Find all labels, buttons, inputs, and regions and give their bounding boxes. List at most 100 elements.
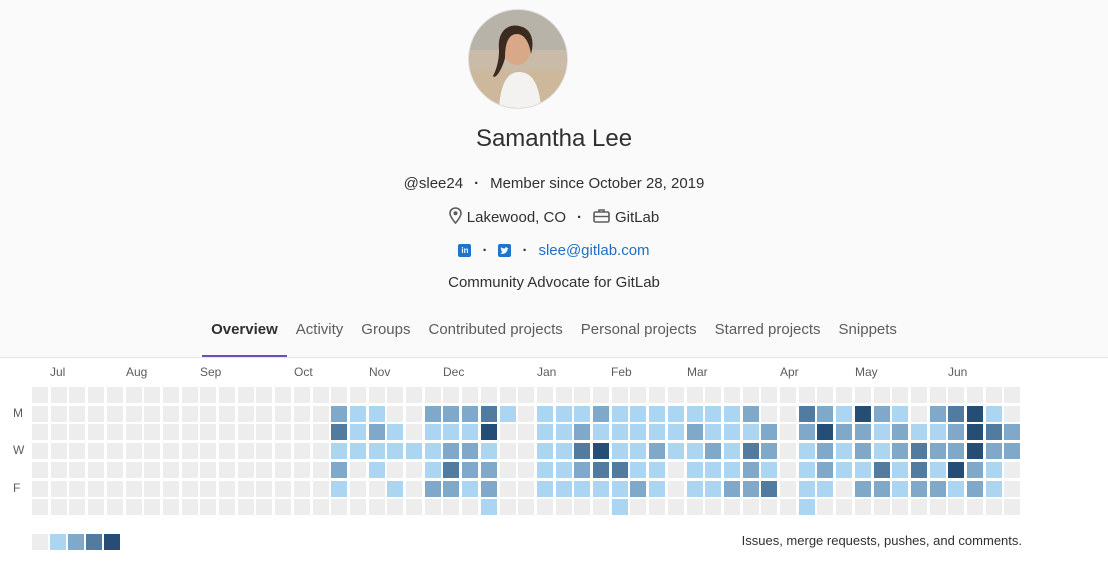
calendar-day-cell[interactable]: [69, 405, 86, 422]
calendar-day-cell[interactable]: [462, 461, 479, 478]
calendar-day-cell[interactable]: [69, 387, 86, 403]
calendar-day-cell[interactable]: [1004, 424, 1021, 441]
calendar-day-cell[interactable]: [256, 461, 273, 478]
calendar-day-cell[interactable]: [144, 480, 161, 497]
calendar-day-cell[interactable]: [480, 405, 497, 422]
calendar-day-cell[interactable]: [742, 387, 759, 403]
calendar-day-cell[interactable]: [1004, 387, 1021, 403]
calendar-day-cell[interactable]: [424, 480, 441, 497]
calendar-day-cell[interactable]: [780, 480, 796, 497]
calendar-day-cell[interactable]: [32, 499, 48, 516]
calendar-day-cell[interactable]: [106, 499, 123, 516]
calendar-day-cell[interactable]: [798, 424, 815, 441]
calendar-day-cell[interactable]: [761, 405, 778, 422]
calendar-day-cell[interactable]: [443, 405, 460, 422]
calendar-day-cell[interactable]: [630, 387, 647, 403]
calendar-day-cell[interactable]: [331, 443, 348, 460]
calendar-day-cell[interactable]: [125, 424, 142, 441]
calendar-day-cell[interactable]: [368, 405, 385, 422]
calendar-day-cell[interactable]: [237, 461, 254, 478]
calendar-day-cell[interactable]: [499, 424, 516, 441]
calendar-day-cell[interactable]: [144, 387, 161, 403]
calendar-day-cell[interactable]: [649, 461, 666, 478]
calendar-day-cell[interactable]: [780, 461, 796, 478]
calendar-day-cell[interactable]: [518, 443, 535, 460]
calendar-day-cell[interactable]: [611, 405, 628, 422]
calendar-day-cell[interactable]: [873, 405, 890, 422]
calendar-day-cell[interactable]: [275, 387, 292, 403]
calendar-day-cell[interactable]: [574, 461, 591, 478]
calendar-day-cell[interactable]: [967, 499, 983, 516]
calendar-day-cell[interactable]: [686, 424, 703, 441]
calendar-day-cell[interactable]: [910, 480, 927, 497]
calendar-day-cell[interactable]: [948, 424, 965, 441]
calendar-day-cell[interactable]: [219, 499, 235, 516]
calendar-day-cell[interactable]: [88, 443, 105, 460]
calendar-day-cell[interactable]: [88, 387, 105, 403]
calendar-day-cell[interactable]: [256, 405, 273, 422]
calendar-day-cell[interactable]: [742, 405, 759, 422]
calendar-day-cell[interactable]: [967, 480, 983, 497]
calendar-day-cell[interactable]: [256, 443, 273, 460]
calendar-day-cell[interactable]: [293, 424, 310, 441]
calendar-day-cell[interactable]: [331, 480, 348, 497]
calendar-day-cell[interactable]: [200, 499, 217, 516]
calendar-day-cell[interactable]: [349, 443, 366, 460]
calendar-day-cell[interactable]: [967, 424, 983, 441]
calendar-day-cell[interactable]: [424, 405, 441, 422]
calendar-day-cell[interactable]: [910, 405, 927, 422]
calendar-day-cell[interactable]: [686, 443, 703, 460]
calendar-day-cell[interactable]: [181, 499, 198, 516]
calendar-day-cell[interactable]: [817, 387, 834, 403]
calendar-day-cell[interactable]: [125, 405, 142, 422]
calendar-day-cell[interactable]: [723, 387, 740, 403]
calendar-day-cell[interactable]: [462, 387, 479, 403]
avatar[interactable]: [468, 9, 568, 109]
calendar-day-cell[interactable]: [181, 424, 198, 441]
calendar-day-cell[interactable]: [817, 443, 834, 460]
calendar-day-cell[interactable]: [480, 387, 497, 403]
calendar-day-cell[interactable]: [256, 499, 273, 516]
calendar-day-cell[interactable]: [387, 480, 404, 497]
calendar-day-cell[interactable]: [817, 461, 834, 478]
calendar-day-cell[interactable]: [200, 461, 217, 478]
calendar-day-cell[interactable]: [536, 499, 553, 516]
calendar-day-cell[interactable]: [480, 443, 497, 460]
calendar-day-cell[interactable]: [275, 461, 292, 478]
calendar-day-cell[interactable]: [649, 499, 666, 516]
calendar-day-cell[interactable]: [611, 461, 628, 478]
tab-starred-projects[interactable]: Starred projects: [706, 311, 830, 357]
calendar-day-cell[interactable]: [761, 424, 778, 441]
calendar-day-cell[interactable]: [462, 499, 479, 516]
calendar-day-cell[interactable]: [873, 443, 890, 460]
calendar-day-cell[interactable]: [368, 461, 385, 478]
calendar-day-cell[interactable]: [630, 499, 647, 516]
calendar-day-cell[interactable]: [929, 461, 946, 478]
calendar-day-cell[interactable]: [705, 387, 722, 403]
calendar-day-cell[interactable]: [667, 424, 684, 441]
calendar-day-cell[interactable]: [69, 480, 86, 497]
calendar-day-cell[interactable]: [387, 461, 404, 478]
calendar-day-cell[interactable]: [593, 480, 609, 497]
calendar-day-cell[interactable]: [50, 405, 67, 422]
calendar-day-cell[interactable]: [462, 424, 479, 441]
calendar-day-cell[interactable]: [368, 424, 385, 441]
calendar-day-cell[interactable]: [630, 461, 647, 478]
calendar-day-cell[interactable]: [106, 405, 123, 422]
calendar-day-cell[interactable]: [424, 387, 441, 403]
calendar-day-cell[interactable]: [368, 480, 385, 497]
calendar-day-cell[interactable]: [237, 499, 254, 516]
calendar-day-cell[interactable]: [723, 480, 740, 497]
calendar-day-cell[interactable]: [593, 405, 609, 422]
calendar-day-cell[interactable]: [349, 461, 366, 478]
calendar-day-cell[interactable]: [892, 405, 909, 422]
calendar-day-cell[interactable]: [892, 499, 909, 516]
calendar-day-cell[interactable]: [985, 461, 1002, 478]
calendar-day-cell[interactable]: [536, 443, 553, 460]
calendar-day-cell[interactable]: [948, 480, 965, 497]
calendar-day-cell[interactable]: [929, 405, 946, 422]
calendar-day-cell[interactable]: [836, 499, 853, 516]
calendar-day-cell[interactable]: [443, 424, 460, 441]
calendar-day-cell[interactable]: [368, 499, 385, 516]
calendar-day-cell[interactable]: [780, 499, 796, 516]
